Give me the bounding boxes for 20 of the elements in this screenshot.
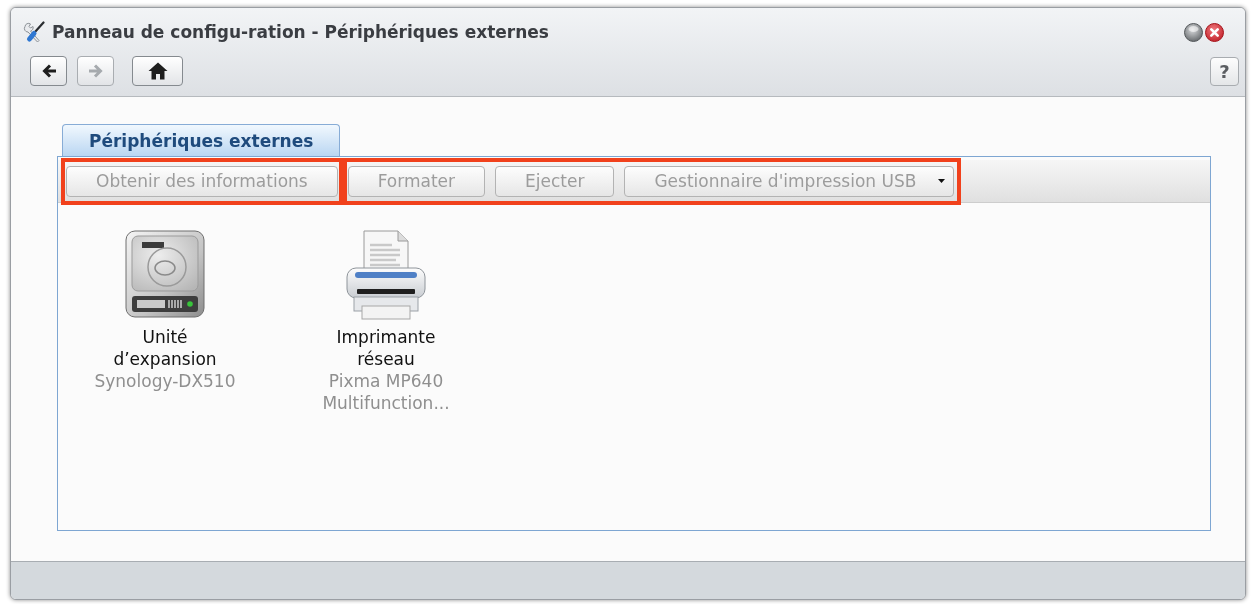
device-tile[interactable]: Unité d’expansion Synology-DX510 [91,229,239,393]
caret-icon [938,179,946,183]
back-button[interactable] [30,56,67,86]
minimize-icon[interactable] [1184,22,1203,42]
tab[interactable]: Périphériques externes [62,124,341,156]
help-button[interactable]: ? [1210,56,1239,86]
printer-icon [346,230,426,320]
hard-drive-icon [125,230,205,318]
tools-icon [22,20,45,44]
close-icon[interactable] [1205,22,1224,42]
home-icon [147,62,168,80]
arrow-left-icon [40,64,57,78]
device-name: Imprimante réseau [335,326,437,370]
device-name: Unité d’expansion [112,326,218,370]
window-title: Panneau de configu-ration - Périphériques externes [52,22,549,42]
home-button[interactable] [132,56,183,86]
device-model: Synology-DX510 [93,370,237,392]
device-model: Pixma MP640 Multifunction... [321,370,451,414]
arrow-right-icon [87,64,104,78]
device-tile[interactable]: Imprimante réseau Pixma MP640 Multifunction... [312,229,460,415]
